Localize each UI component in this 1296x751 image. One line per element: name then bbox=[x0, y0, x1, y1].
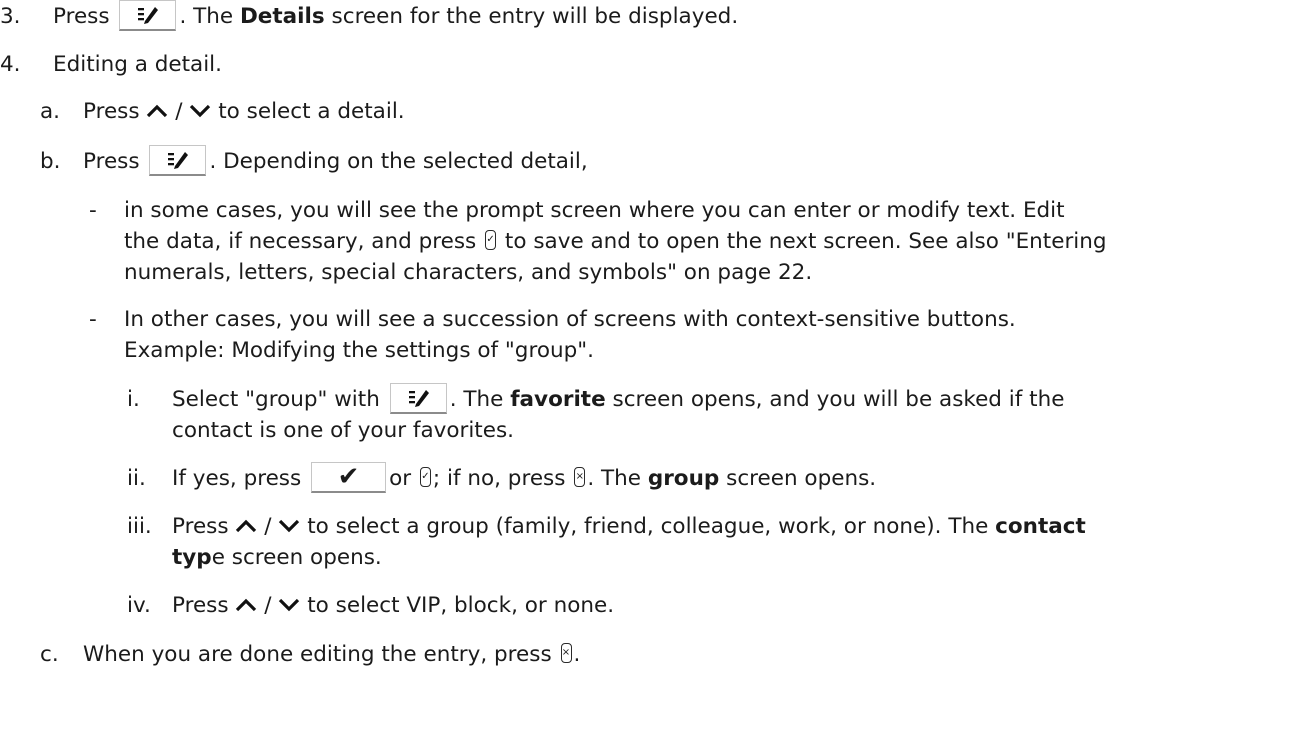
roman-iii-line-1: iii. Press / to select a group (family, f… bbox=[127, 514, 1086, 539]
substep-a: a. Press / to select a detail. bbox=[40, 99, 405, 124]
type-term: typ bbox=[172, 545, 212, 570]
bullet-marker: - bbox=[89, 198, 97, 223]
substep-c: c. When you are done editing the entry, p… bbox=[40, 642, 581, 667]
down-arrow-icon bbox=[279, 519, 300, 532]
favorite-term: favorite bbox=[510, 387, 606, 412]
ok-key-icon: ✓ bbox=[419, 467, 431, 487]
edit-key-icon bbox=[149, 144, 207, 176]
up-arrow-icon bbox=[147, 104, 168, 117]
down-arrow-icon bbox=[279, 598, 300, 611]
substep-b: b. Press . Depending on the selected deta… bbox=[40, 144, 588, 177]
bullet-1-line-1: in some cases, you will see the prompt s… bbox=[124, 198, 1065, 223]
step-number: 4. bbox=[0, 52, 21, 77]
up-arrow-icon bbox=[236, 519, 257, 532]
bullet-1-line-2: the data, if necessary, and press ✓ to s… bbox=[124, 229, 1107, 254]
edit-key-icon bbox=[389, 382, 447, 414]
roman-i-line-1: i. Select "group" with . The favorite scr… bbox=[127, 382, 1064, 415]
step-number: 3. bbox=[0, 4, 21, 29]
bullet-marker: - bbox=[89, 307, 97, 332]
cancel-key-icon: × bbox=[574, 467, 586, 487]
roman-iii-line-2: type screen opens. bbox=[172, 545, 382, 570]
roman-ii: ii. If yes, press ✔ or ✓; if no, press ×. … bbox=[127, 461, 877, 493]
bullet-2-line-2: Example: Modifying the settings of "grou… bbox=[124, 338, 594, 363]
details-term: Details bbox=[239, 4, 325, 29]
ok-key-icon: ✓ bbox=[485, 230, 497, 250]
roman-i-line-2: contact is one of your favorites. bbox=[172, 418, 515, 443]
down-arrow-icon bbox=[190, 104, 211, 117]
contact-term: contact bbox=[995, 514, 1086, 539]
edit-key-icon bbox=[119, 0, 177, 31]
group-term: group bbox=[647, 466, 720, 491]
step-4: 4. Editing a detail. bbox=[0, 50, 222, 80]
roman-iv: iv. Press / to select VIP, block, or none… bbox=[127, 593, 615, 618]
bullet-2-line-1: In other cases, you will see a successio… bbox=[124, 307, 1016, 332]
bullet-1-line-3: numerals, letters, special characters, a… bbox=[124, 260, 813, 285]
up-arrow-icon bbox=[236, 598, 257, 611]
check-key-icon: ✔ bbox=[311, 461, 387, 493]
cancel-key-icon: × bbox=[560, 643, 572, 663]
step-3: 3. Press . The Details screen for the ent… bbox=[0, 0, 738, 32]
